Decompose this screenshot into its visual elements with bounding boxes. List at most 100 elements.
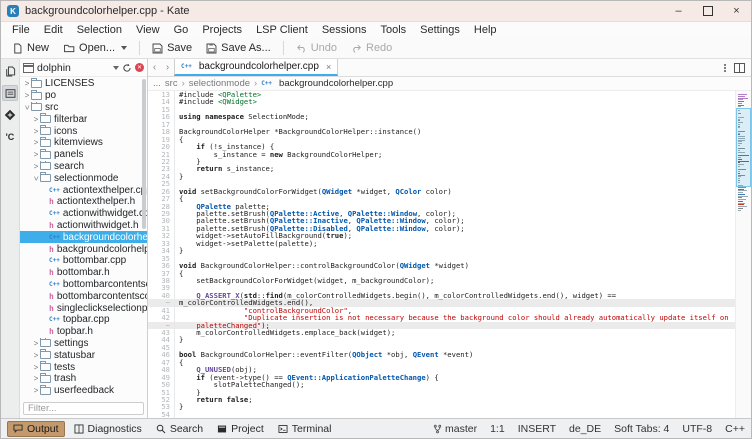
tree-item[interactable]: htopbar.h bbox=[20, 326, 147, 338]
menu-help[interactable]: Help bbox=[467, 22, 504, 38]
tree-item[interactable]: C++actiontexthelper.cpp bbox=[20, 184, 147, 196]
cpp-file-icon: C++ bbox=[181, 63, 192, 70]
chevron-collapsed-icon[interactable]: > bbox=[32, 374, 40, 383]
tree-item[interactable]: >selectionmode bbox=[20, 172, 147, 184]
menu-settings[interactable]: Settings bbox=[413, 22, 467, 38]
terminal-tool-button[interactable]: Terminal bbox=[273, 422, 337, 436]
menu-projects[interactable]: Projects bbox=[195, 22, 249, 38]
chevron-collapsed-icon[interactable]: > bbox=[32, 339, 40, 348]
tree-item[interactable]: >LICENSES bbox=[20, 78, 147, 90]
project-selector[interactable]: dolphin ✕ bbox=[20, 59, 147, 77]
breadcrumb-file[interactable]: backgroundcolorhelper.cpp bbox=[279, 78, 393, 89]
tab-width-status[interactable]: Soft Tabs: 4 bbox=[614, 423, 669, 435]
breadcrumb-src[interactable]: src bbox=[165, 78, 178, 89]
chevron-collapsed-icon[interactable]: > bbox=[32, 115, 40, 124]
sidebar-documents-button[interactable] bbox=[2, 63, 18, 79]
git-branch-status[interactable]: master bbox=[433, 423, 477, 435]
tree-item[interactable]: >src bbox=[20, 102, 147, 114]
chevron-collapsed-icon[interactable]: > bbox=[32, 162, 40, 171]
status-items: master 1:1 INSERT de_DE Soft Tabs: 4 UTF… bbox=[433, 423, 745, 435]
tree-item[interactable]: C++backgroundcolorhelper.c... bbox=[20, 231, 147, 243]
tree-item[interactable]: hactionwithwidget.h bbox=[20, 220, 147, 232]
cursor-position-status[interactable]: 1:1 bbox=[490, 423, 505, 435]
project-tool-button[interactable]: Project bbox=[212, 422, 269, 436]
tree-item[interactable]: >statusbar bbox=[20, 349, 147, 361]
tree-item[interactable]: hsingleclickselectionproxy... bbox=[20, 302, 147, 314]
dictionary-status[interactable]: de_DE bbox=[569, 423, 601, 435]
titlebar[interactable]: K backgroundcolorhelper.cpp - Kate – × bbox=[1, 1, 751, 22]
output-tool-button[interactable]: Output bbox=[7, 421, 65, 437]
code-editor[interactable]: 13#include <QPalette>14#include <QWidget… bbox=[148, 91, 751, 418]
sidebar-symbols-button[interactable]: 'C bbox=[2, 129, 18, 145]
chevron-collapsed-icon[interactable]: > bbox=[32, 351, 40, 360]
breadcrumb-root-icon[interactable]: ... bbox=[153, 78, 161, 89]
tree-scrollbar[interactable] bbox=[142, 79, 146, 229]
tree-item[interactable]: >tests bbox=[20, 361, 147, 373]
breadcrumb-selectionmode[interactable]: selectionmode bbox=[189, 78, 250, 89]
chevron-collapsed-icon[interactable]: > bbox=[32, 150, 40, 159]
tree-item[interactable]: C++actionwithwidget.cpp bbox=[20, 208, 147, 220]
tree-item[interactable]: >kitemviews bbox=[20, 137, 147, 149]
chevron-collapsed-icon[interactable]: > bbox=[23, 79, 31, 88]
save-button[interactable]: Save bbox=[146, 41, 198, 55]
search-tool-button[interactable]: Search bbox=[151, 422, 208, 436]
history-back-button[interactable]: ‹ bbox=[148, 59, 161, 76]
menu-go[interactable]: Go bbox=[167, 22, 196, 38]
menu-tools[interactable]: Tools bbox=[373, 22, 413, 38]
chevron-collapsed-icon[interactable]: > bbox=[32, 127, 40, 136]
chevron-down-icon[interactable] bbox=[113, 66, 119, 70]
input-mode-status[interactable]: INSERT bbox=[518, 423, 556, 435]
tree-filter-input[interactable] bbox=[23, 402, 144, 415]
undo-button[interactable]: Undo bbox=[290, 41, 343, 55]
new-button[interactable]: New bbox=[6, 41, 55, 55]
maximize-button[interactable] bbox=[693, 1, 722, 21]
close-button[interactable]: × bbox=[722, 1, 751, 21]
encoding-status[interactable]: UTF-8 bbox=[682, 423, 712, 435]
more-options-icon[interactable] bbox=[724, 67, 726, 69]
tree-item[interactable]: hactiontexthelper.h bbox=[20, 196, 147, 208]
minimap-scrollbar[interactable] bbox=[735, 91, 751, 418]
tree-item[interactable]: >userfeedback bbox=[20, 385, 147, 396]
sidebar-vcs-button[interactable] bbox=[2, 107, 18, 123]
history-forward-button[interactable]: › bbox=[161, 59, 174, 76]
project-close-icon[interactable]: ✕ bbox=[135, 63, 144, 72]
save-as-button[interactable]: Save As... bbox=[200, 41, 277, 55]
menu-view[interactable]: View bbox=[129, 22, 167, 38]
tree-item[interactable]: C++topbar.cpp bbox=[20, 314, 147, 326]
minimap-viewport[interactable] bbox=[736, 108, 751, 187]
chevron-down-icon[interactable] bbox=[121, 46, 127, 50]
menu-edit[interactable]: Edit bbox=[37, 22, 70, 38]
tree-item[interactable]: >filterbar bbox=[20, 113, 147, 125]
tree-item[interactable]: >icons bbox=[20, 125, 147, 137]
chevron-collapsed-icon[interactable]: > bbox=[32, 363, 40, 372]
sidebar-projects-button[interactable] bbox=[2, 85, 18, 101]
project-tree[interactable]: >LICENSES>po>src>filterbar>icons>kitemvi… bbox=[20, 77, 147, 396]
menu-file[interactable]: File bbox=[5, 22, 37, 38]
tree-item[interactable]: C++bottombar.cpp bbox=[20, 255, 147, 267]
tree-item[interactable]: hbottombarcontentscont... bbox=[20, 290, 147, 302]
syntax-mode-status[interactable]: C++ bbox=[725, 423, 745, 435]
tree-item[interactable]: hbottombar.h bbox=[20, 267, 147, 279]
tree-item[interactable]: >settings bbox=[20, 338, 147, 350]
tree-item[interactable]: >trash bbox=[20, 373, 147, 385]
split-view-icon[interactable] bbox=[734, 63, 745, 73]
minimize-button[interactable]: – bbox=[664, 1, 693, 21]
tree-item[interactable]: hbackgroundcolorhelper.h bbox=[20, 243, 147, 255]
tree-item[interactable]: >panels bbox=[20, 149, 147, 161]
chevron-collapsed-icon[interactable]: > bbox=[23, 91, 31, 100]
chevron-collapsed-icon[interactable]: > bbox=[32, 386, 40, 395]
tree-item[interactable]: C++bottombarcontentscont... bbox=[20, 279, 147, 291]
menu-selection[interactable]: Selection bbox=[70, 22, 129, 38]
tab-close-icon[interactable]: × bbox=[326, 62, 331, 72]
tab-backgroundcolorhelper[interactable]: C++ backgroundcolorhelper.cpp × bbox=[174, 59, 338, 76]
tree-item[interactable]: >search bbox=[20, 161, 147, 173]
refresh-icon[interactable] bbox=[122, 63, 132, 73]
chevron-collapsed-icon[interactable]: > bbox=[32, 138, 40, 147]
menu-sessions[interactable]: Sessions bbox=[315, 22, 374, 38]
redo-button[interactable]: Redo bbox=[345, 41, 398, 55]
code-token: s_instance; bbox=[222, 164, 274, 173]
tree-item[interactable]: >po bbox=[20, 90, 147, 102]
open-button[interactable]: Open... bbox=[57, 41, 133, 55]
diagnostics-tool-button[interactable]: Diagnostics bbox=[69, 422, 147, 436]
menu-lsp-client[interactable]: LSP Client bbox=[249, 22, 315, 38]
